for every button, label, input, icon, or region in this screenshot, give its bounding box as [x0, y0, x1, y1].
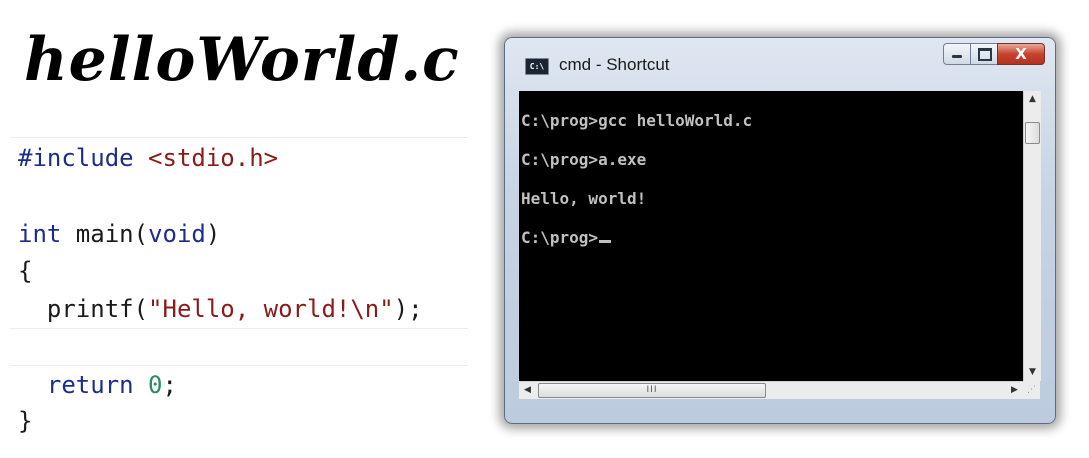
include-directive: #include	[18, 144, 134, 172]
scroll-up-icon[interactable]: ▲	[1024, 91, 1041, 108]
vertical-scroll-thumb[interactable]	[1025, 122, 1040, 144]
void-keyword: void	[148, 220, 206, 248]
int-keyword: int	[18, 220, 62, 248]
page-title: helloWorld.c	[24, 25, 460, 95]
code-line-return: return 0;	[18, 367, 177, 403]
code-line-open-brace: {	[18, 257, 33, 285]
resize-grip-icon[interactable]: ⋰	[1023, 381, 1040, 399]
code-line-include: #include <stdio.h>	[18, 140, 278, 176]
maximize-icon	[978, 48, 992, 61]
scroll-left-icon[interactable]: ◀	[519, 382, 536, 399]
code-line-printf: printf("Hello, world!\n");	[18, 291, 423, 327]
text-cursor	[599, 240, 612, 243]
code-listing: #include <stdio.h> int main(void) { prin…	[0, 133, 468, 453]
divider	[10, 137, 468, 138]
return-value: 0	[148, 371, 163, 399]
console-prompt-line: C:\prog>	[521, 228, 612, 247]
cmd-window[interactable]: C:\ cmd - Shortcut X C:\prog>gcc helloWo…	[504, 37, 1056, 424]
minimize-icon	[952, 55, 962, 58]
divider	[10, 365, 468, 366]
title-bar[interactable]: C:\ cmd - Shortcut X	[505, 38, 1055, 90]
minimize-button[interactable]	[943, 43, 971, 65]
console-output[interactable]: C:\prog>gcc helloWorld.c C:\prog>a.exe H…	[519, 91, 1023, 381]
caption-buttons: X	[943, 43, 1045, 65]
horizontal-scrollbar[interactable]: ◀ III ▶	[519, 381, 1023, 399]
close-icon: X	[1015, 45, 1027, 63]
cmd-app-icon[interactable]: C:\	[525, 58, 549, 75]
return-end: ;	[162, 371, 177, 399]
console-line: C:\prog>gcc helloWorld.c	[521, 111, 753, 130]
vertical-scrollbar[interactable]: ▲ ▼	[1023, 91, 1041, 381]
console-line: C:\prog>a.exe	[521, 150, 647, 169]
main-close: )	[205, 220, 221, 248]
printf-string: "Hello, world!\n"	[148, 295, 394, 323]
divider	[10, 328, 468, 329]
console-line: Hello, world!	[521, 189, 647, 208]
scroll-right-icon[interactable]: ▶	[1006, 382, 1023, 399]
main-name: main(	[61, 220, 149, 248]
printf-call: printf(	[18, 295, 149, 323]
scroll-down-icon[interactable]: ▼	[1024, 364, 1041, 381]
code-line-close-brace: }	[18, 407, 33, 435]
window-title: cmd - Shortcut	[559, 55, 670, 74]
close-button[interactable]: X	[997, 43, 1045, 65]
console-prompt: C:\prog>	[521, 228, 599, 247]
maximize-button[interactable]	[970, 43, 998, 65]
return-keyword: return	[18, 371, 134, 399]
horizontal-scroll-thumb[interactable]: III	[538, 383, 766, 398]
include-header: <stdio.h>	[148, 144, 279, 172]
printf-end: );	[393, 295, 423, 323]
code-line-main: int main(void)	[18, 216, 220, 252]
